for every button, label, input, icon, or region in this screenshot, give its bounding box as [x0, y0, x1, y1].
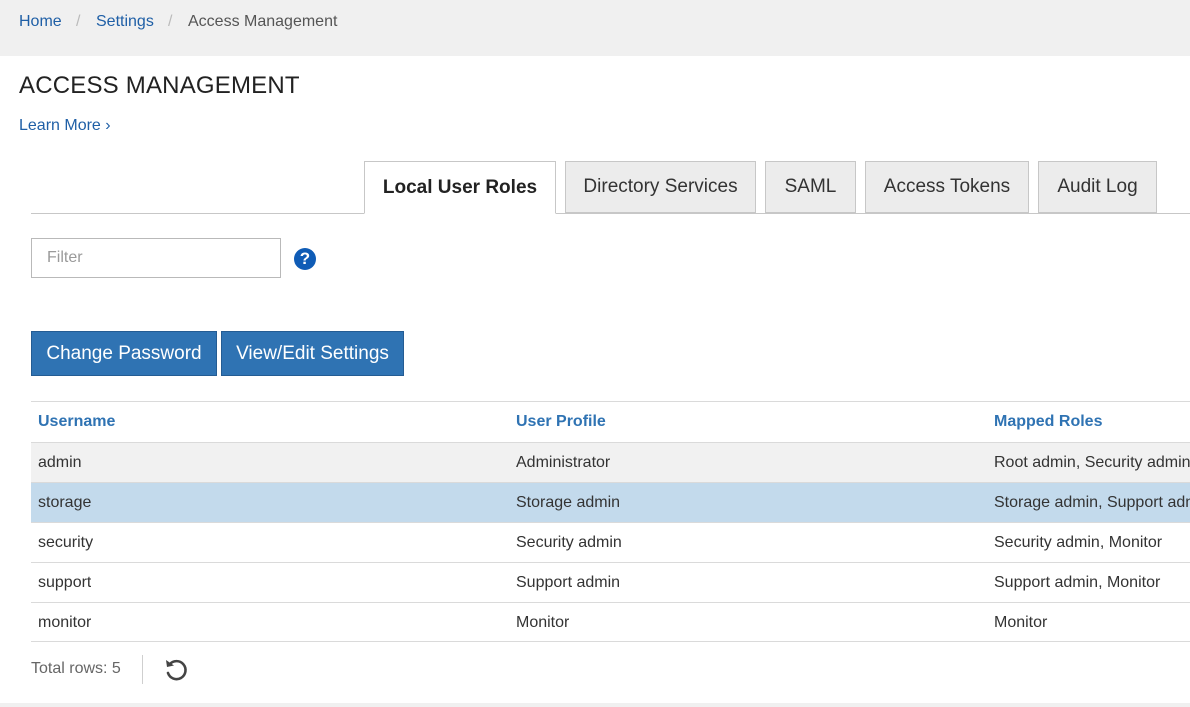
cell-username: storage: [38, 494, 92, 511]
cell-mapped-roles: Root admin, Security admin: [994, 454, 1190, 471]
column-header-mapped-roles[interactable]: Mapped Roles: [994, 402, 1190, 442]
cell-mapped-roles: Monitor: [994, 614, 1048, 631]
total-rows-label: Total rows: 5: [31, 660, 121, 677]
view-edit-settings-button[interactable]: View/Edit Settings: [221, 331, 404, 376]
breadcrumb-home[interactable]: Home: [19, 12, 62, 32]
refresh-icon[interactable]: [163, 657, 189, 683]
cell-username: support: [38, 574, 92, 591]
cell-username: security: [38, 534, 94, 551]
cell-username: admin: [38, 454, 82, 471]
cell-username: monitor: [38, 614, 92, 631]
tab-saml[interactable]: SAML: [765, 161, 856, 213]
table-header-row: Username User Profile Mapped Roles: [31, 401, 1190, 442]
tab-directory-services[interactable]: Directory Services: [565, 161, 756, 213]
learn-more-link[interactable]: Learn More ›: [19, 116, 111, 136]
column-header-username[interactable]: Username: [38, 402, 115, 442]
cell-user-profile: Administrator: [516, 454, 611, 471]
breadcrumb-separator: /: [76, 13, 81, 30]
tab-local-user-roles[interactable]: Local User Roles: [364, 161, 556, 214]
cell-user-profile: Storage admin: [516, 494, 621, 511]
page-title: ACCESS MANAGEMENT: [19, 72, 300, 99]
breadcrumb-bar: Home / Settings / Access Management: [0, 0, 1190, 56]
breadcrumb-current: Access Management: [188, 13, 338, 30]
breadcrumb-separator: /: [168, 13, 173, 30]
filter-input[interactable]: [31, 238, 281, 278]
cell-user-profile: Security admin: [516, 534, 622, 551]
cell-user-profile: Monitor: [516, 614, 570, 631]
table-row[interactable]: monitor Monitor Monitor: [31, 602, 1190, 642]
cell-mapped-roles: Storage admin, Support admin: [994, 494, 1190, 511]
cell-mapped-roles: Support admin, Monitor: [994, 574, 1161, 591]
tab-audit-log[interactable]: Audit Log: [1038, 161, 1157, 213]
table-row[interactable]: security Security admin Security admin, …: [31, 522, 1190, 562]
table-row[interactable]: storage Storage admin Storage admin, Sup…: [31, 482, 1190, 522]
tab-strip-divider: [31, 213, 1190, 214]
breadcrumb-settings[interactable]: Settings: [96, 12, 154, 32]
footer-divider: [142, 655, 143, 684]
column-header-user-profile[interactable]: User Profile: [516, 402, 606, 442]
table-row[interactable]: support Support admin Support admin, Mon…: [31, 562, 1190, 602]
tab-access-tokens[interactable]: Access Tokens: [865, 161, 1029, 213]
cell-mapped-roles: Security admin, Monitor: [994, 534, 1163, 551]
table-row[interactable]: admin Administrator Root admin, Security…: [31, 442, 1190, 482]
cell-user-profile: Support admin: [516, 574, 621, 591]
help-icon[interactable]: ?: [294, 248, 316, 270]
change-password-button[interactable]: Change Password: [31, 331, 217, 376]
users-table: Username User Profile Mapped Roles admin…: [31, 401, 1190, 642]
bottom-strip: [0, 703, 1190, 707]
